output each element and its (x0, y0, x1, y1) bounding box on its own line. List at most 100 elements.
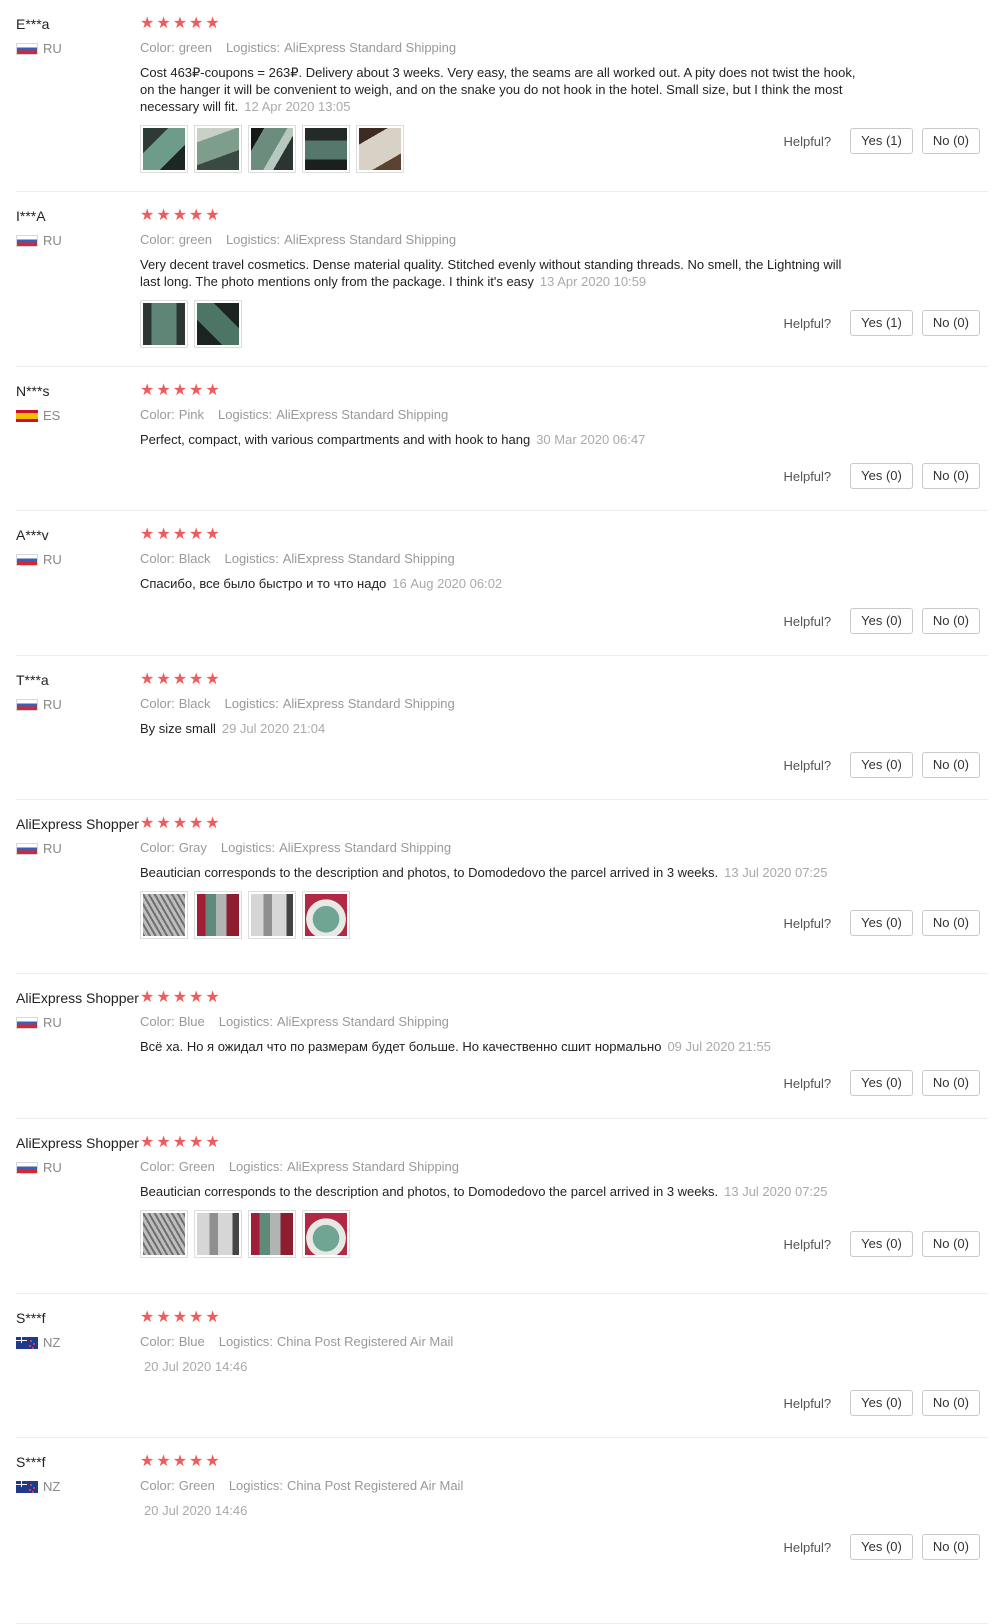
helpful-yes-button[interactable]: Yes (0) (850, 608, 913, 634)
helpful-yes-button[interactable]: Yes (0) (850, 1534, 913, 1560)
review-photo-thumbnail[interactable] (302, 125, 350, 173)
review-item: S***f NZ ★★★★★ Color: Blue Logistics: China Po… (16, 1294, 988, 1438)
helpful-no-button[interactable]: No (0) (921, 463, 980, 489)
country-code: RU (43, 697, 62, 712)
review-photo-thumbnail[interactable] (140, 125, 188, 173)
review-photo-thumbnail[interactable] (302, 891, 350, 939)
helpful-no-button[interactable]: No (0) (921, 310, 980, 336)
review-text: Cost 463₽-coupons = 263₽. Delivery about… (140, 64, 860, 115)
review-content: ★★★★★ Color: Green Logistics: AliExpress Sta… (140, 1135, 860, 1258)
review-photo-thumbnail[interactable] (194, 125, 242, 173)
review-item: I***A RU ★★★★★ Color: green Logistics: AliExpr… (16, 192, 988, 367)
reviewer-info: A***v RU (16, 527, 146, 567)
star-rating: ★★★★★ (140, 990, 860, 1006)
color-label: Color: (140, 1334, 175, 1349)
ru-flag-icon (16, 699, 38, 711)
color-label: Color: (140, 551, 175, 566)
review-photos (140, 1210, 860, 1258)
logistics-value: China Post Registered Air Mail (287, 1478, 464, 1493)
color-value: Blue (178, 1014, 205, 1029)
star-rating: ★★★★★ (140, 672, 860, 688)
star-icon: ★ (156, 382, 172, 399)
review-photo-thumbnail[interactable] (248, 1210, 296, 1258)
star-rating: ★★★★★ (140, 1310, 860, 1326)
review-body: Спасибо, все было быстро и то что надо (140, 576, 387, 591)
star-icon: ★ (205, 671, 221, 688)
helpful-yes-button[interactable]: Yes (0) (850, 1390, 913, 1416)
helpful-yes-button[interactable]: Yes (0) (850, 910, 913, 936)
review-photo-thumbnail[interactable] (194, 300, 242, 348)
helpful-label: Helpful? (783, 1539, 832, 1555)
review-date: 12 Apr 2020 13:05 (244, 99, 351, 114)
review-date: 13 Apr 2020 10:59 (539, 274, 647, 289)
reviewer-info: S***f NZ (16, 1454, 146, 1494)
review-photo-thumbnail[interactable] (302, 1210, 350, 1258)
order-info: Color: Gray Logistics: AliExpress Standard … (140, 840, 860, 856)
star-icon: ★ (156, 671, 172, 688)
helpful-no-button[interactable]: No (0) (921, 910, 980, 936)
color-label: Color: (140, 407, 175, 422)
logistics-label: Logistics: (224, 551, 279, 566)
review-date: 29 Jul 2020 21:04 (221, 721, 326, 736)
reviewer-info: S***f NZ (16, 1310, 146, 1350)
review-photo-thumbnail[interactable] (248, 125, 296, 173)
reviewer-info: AliExpress Shopper RU (16, 1135, 146, 1175)
helpful-no-button[interactable]: No (0) (921, 1070, 980, 1096)
helpful-yes-button[interactable]: Yes (1) (850, 128, 913, 154)
star-icon: ★ (205, 1453, 221, 1470)
review-text: Very decent travel cosmetics. Dense mate… (140, 256, 860, 290)
review-item: AliExpress Shopper RU ★★★★★ Color: Gray Logis… (16, 800, 988, 974)
star-icon: ★ (140, 382, 156, 399)
helpful-yes-button[interactable]: Yes (0) (850, 463, 913, 489)
review-content: ★★★★★ Color: green Logistics: AliExpress Sta… (140, 208, 860, 348)
review-text: Спасибо, все было быстро и то что надо 16… (140, 575, 860, 592)
helpful-no-button[interactable]: No (0) (921, 1390, 980, 1416)
photo-image (197, 894, 239, 936)
photo-image (143, 128, 185, 170)
order-info: Color: Green Logistics: China Post Register… (140, 1478, 860, 1494)
es-flag-icon (16, 410, 38, 422)
helpful-yes-button[interactable]: Yes (0) (850, 1231, 913, 1257)
logistics-value: AliExpress Standard Shipping (287, 1159, 460, 1174)
helpful-no-button[interactable]: No (0) (921, 128, 980, 154)
reviewer-info: E***a RU (16, 16, 146, 56)
reviewer-country: RU (16, 553, 146, 567)
star-rating: ★★★★★ (140, 1135, 860, 1151)
review-body: Beautician corresponds to the descriptio… (140, 1184, 719, 1199)
review-photo-thumbnail[interactable] (194, 1210, 242, 1258)
helpful-no-button[interactable]: No (0) (921, 752, 980, 778)
star-icon: ★ (140, 207, 156, 224)
star-icon: ★ (140, 1134, 156, 1151)
star-icon: ★ (189, 989, 205, 1006)
review-body: Very decent travel cosmetics. Dense mate… (140, 257, 842, 289)
color-label: Color: (140, 1014, 175, 1029)
reviewer-country: RU (16, 698, 146, 712)
logistics-label: Logistics: (220, 840, 276, 855)
color-label: Color: (140, 696, 175, 711)
review-photo-thumbnail[interactable] (140, 300, 188, 348)
reviewer-country: NZ (16, 1480, 146, 1494)
review-content: ★★★★★ Color: Gray Logistics: AliExpress Stan… (140, 816, 860, 939)
review-text: By size small 29 Jul 2020 21:04 (140, 720, 860, 737)
reviewer-name: S***f (16, 1310, 46, 1326)
color-value: Gray (178, 840, 207, 855)
review-photo-thumbnail[interactable] (356, 125, 404, 173)
helpful-no-button[interactable]: No (0) (921, 1231, 980, 1257)
review-photo-thumbnail[interactable] (140, 1210, 188, 1258)
color-value: Black (178, 696, 211, 711)
logistics-value: AliExpress Standard Shipping (282, 696, 455, 711)
review-photo-thumbnail[interactable] (194, 891, 242, 939)
helpful-yes-button[interactable]: Yes (0) (850, 752, 913, 778)
reviewer-name: A***v (16, 527, 49, 543)
helpful-yes-button[interactable]: Yes (0) (850, 1070, 913, 1096)
helpful-no-button[interactable]: No (0) (921, 608, 980, 634)
helpful-yes-button[interactable]: Yes (1) (850, 310, 913, 336)
color-value: Blue (178, 1334, 205, 1349)
reviewer-name: N***s (16, 383, 50, 399)
helpful-no-button[interactable]: No (0) (921, 1534, 980, 1560)
logistics-value: AliExpress Standard Shipping (276, 407, 449, 422)
review-photo-thumbnail[interactable] (140, 891, 188, 939)
logistics-value: AliExpress Standard Shipping (284, 40, 457, 55)
review-photo-thumbnail[interactable] (248, 891, 296, 939)
helpful-label: Helpful? (783, 1075, 832, 1091)
